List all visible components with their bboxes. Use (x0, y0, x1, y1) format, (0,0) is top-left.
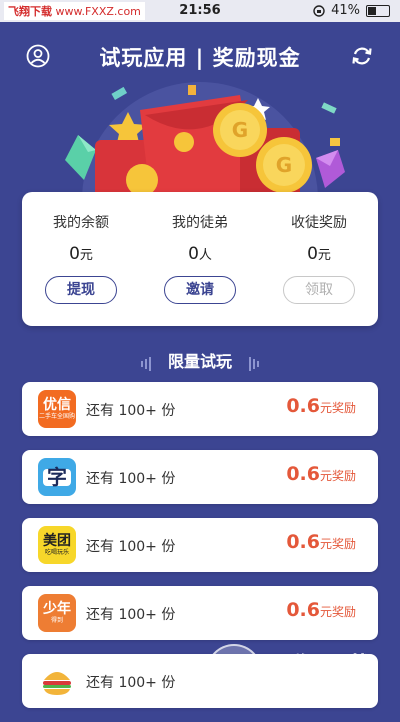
app-reward: 0.6元奖励 (286, 599, 356, 621)
app-remaining: 还有 100+ 份 (86, 403, 176, 419)
app-icon-meituan: 美团 吃喝玩乐 (38, 526, 76, 564)
hero-illustration: G G (65, 82, 345, 195)
balance-card: 我的余额 0元 提现 我的徒弟 0人 邀请 收徒奖励 0元 领取 (22, 192, 378, 326)
apprentice-reward-label: 收徒奖励 (291, 215, 347, 231)
orientation-lock-icon (313, 4, 325, 17)
balance-label: 我的余额 (53, 215, 109, 231)
invite-button[interactable]: 邀请 (164, 276, 236, 304)
app-icon-burger (38, 662, 76, 700)
battery-percent: 41% (331, 3, 360, 18)
apprentice-label: 我的徒弟 (172, 215, 228, 231)
decor-bars-left (140, 353, 152, 372)
status-bar: 飞翔下载 www.FXXZ.com 21:56 41% (0, 0, 400, 22)
withdraw-button[interactable]: 提现 (45, 276, 117, 304)
app-icon-shaonian: 少年 得到 (38, 594, 76, 632)
battery-icon (366, 4, 390, 17)
watermark-bottom-brand: 飞翔下载 (264, 652, 368, 680)
app-icon-zi: 字 (38, 458, 76, 496)
app-reward: 0.6元奖励 (286, 395, 356, 417)
app-reward: 0.6元奖励 (286, 463, 356, 485)
app-remaining: 还有 100+ 份 (86, 675, 176, 691)
watermark-bottom: 飞翔下载 www.FXXZ.com (202, 640, 392, 702)
reward-column: 收徒奖励 0元 领取 (260, 212, 378, 304)
section-title-text: 限量试玩 (167, 352, 232, 371)
status-right: 41% (313, 3, 390, 18)
app-item[interactable]: 少年 得到 还有 100+ 份 0.6元奖励 (22, 586, 378, 640)
app-remaining: 还有 100+ 份 (86, 539, 176, 555)
app-item[interactable]: 美团 吃喝玩乐 还有 100+ 份 0.6元奖励 (22, 518, 378, 572)
svg-text:G: G (232, 118, 248, 142)
claim-button[interactable]: 领取 (283, 276, 355, 304)
burger-icon (43, 672, 71, 695)
watermark-bottom-url: www.FXXZ.com (264, 678, 370, 692)
apprentice-reward-value: 0元 (307, 244, 331, 264)
apprentice-column: 我的徒弟 0人 邀请 (141, 212, 259, 304)
app-remaining: 还有 100+ 份 (86, 607, 176, 623)
apprentice-value: 0人 (188, 244, 212, 264)
app-item[interactable]: 优信 二手车全国购 还有 100+ 份 0.6元奖励 (22, 382, 378, 436)
section-title: 限量试玩 (0, 348, 400, 372)
decor-bars-right (248, 353, 260, 372)
balance-value: 0元 (69, 244, 93, 264)
refresh-icon[interactable] (350, 44, 374, 68)
header: 试玩应用 | 奖励现金 (0, 38, 400, 74)
app-item[interactable]: 字 还有 100+ 份 0.6元奖励 (22, 450, 378, 504)
svg-text:G: G (276, 153, 292, 177)
app-reward: 0.6元奖励 (286, 531, 356, 553)
watermark-logo (206, 644, 262, 700)
page-title: 试玩应用 | 奖励现金 (99, 46, 301, 70)
balance-column: 我的余额 0元 提现 (22, 212, 140, 304)
app-icon-youxin: 优信 二手车全国购 (38, 390, 76, 428)
app-remaining: 还有 100+ 份 (86, 471, 176, 487)
